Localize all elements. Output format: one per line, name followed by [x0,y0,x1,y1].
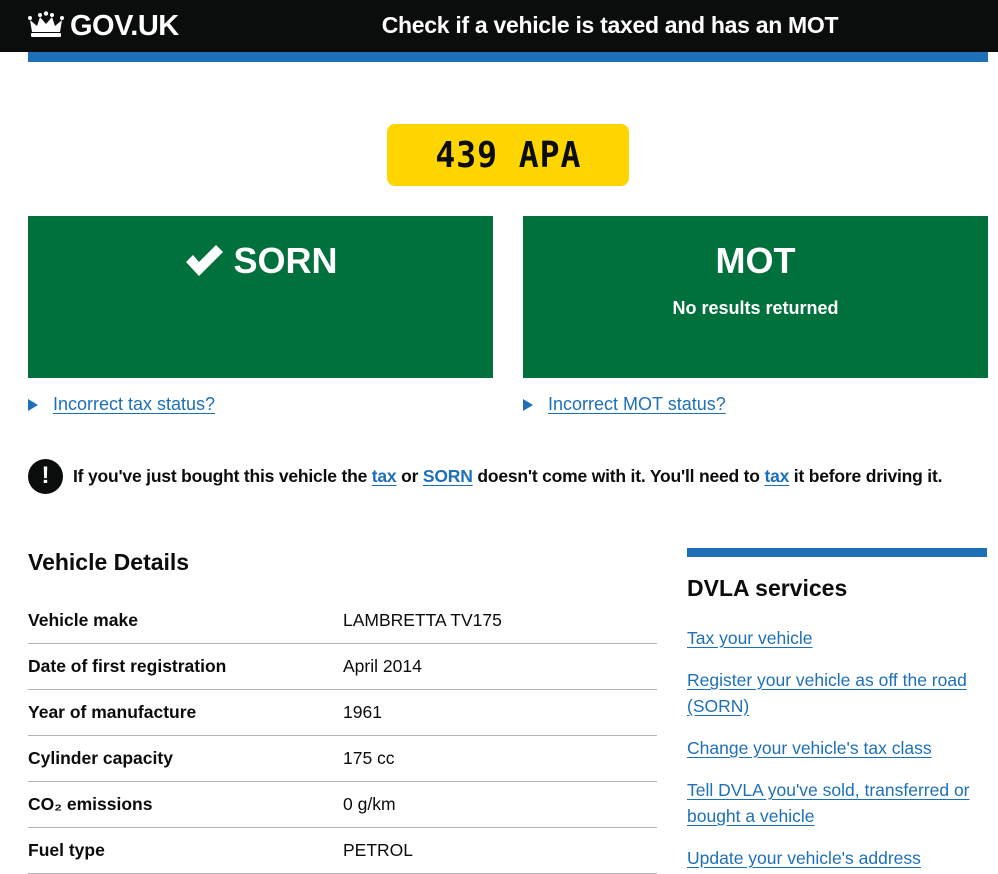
list-item: Register your vehicle as off the road (S… [687,668,987,720]
incorrect-mot-details[interactable]: Incorrect MOT status? [523,394,726,415]
incorrect-tax-details[interactable]: Incorrect tax status? [28,394,215,415]
detail-key: Date of first registration [28,656,227,676]
vehicle-detail-row: Cylinder capacity 175 cc [28,736,657,782]
detail-value: April 2014 [343,656,422,676]
disclosure-triangle-icon [28,398,38,411]
tax-status-text: SORN [233,240,338,281]
vehicle-details-heading: Vehicle Details [28,549,190,575]
dvla-services-sidebar: DVLA services Tax your vehicle Register … [687,548,987,874]
tax-status-heading: SORN [28,240,493,282]
registration-plate: 439 APA [387,124,629,186]
vehicle-detail-row: Vehicle make LAMBRETTA TV175 [28,598,657,644]
detail-key: Vehicle make [28,610,138,630]
list-item: Tax your vehicle [687,626,987,652]
warning-part: If you've just bought this vehicle the [73,465,372,486]
list-item: Update your vehicle's address [687,846,987,872]
warning-icon: ! [28,458,63,494]
detail-value: 1961 [343,702,382,722]
warning-part: or [396,465,423,486]
header-blue-bar [28,52,988,62]
dvla-services-heading: DVLA services [687,575,848,601]
logo-text: GOV.UK [70,9,179,42]
tax-status-panel: SORN [28,216,493,378]
detail-value: 0 g/km [343,794,396,814]
registration-number: 439 APA [434,134,582,176]
warning-text: ! If you've just bought this vehicle the… [28,458,988,494]
crown-icon [28,11,64,37]
register-sorn-link[interactable]: Register your vehicle as off the road (S… [687,670,967,716]
vehicle-detail-row: Date of first registration April 2014 [28,644,657,690]
vehicle-detail-row: Year of manufacture 1961 [28,690,657,736]
mot-status-text: No results returned [672,298,839,318]
detail-value: PETROL [343,840,414,860]
detail-key: Fuel type [28,840,105,860]
vehicle-detail-row: CO₂ emissions 0 g/km [28,782,657,828]
tax-link[interactable]: tax [372,466,397,486]
detail-value: LAMBRETTA TV175 [343,610,502,630]
change-tax-class-link[interactable]: Change your vehicle's tax class [687,738,932,758]
warning-message: If you've just bought this vehicle the t… [73,466,942,487]
tax-your-vehicle-link[interactable]: Tax your vehicle [687,628,812,648]
sorn-link[interactable]: SORN [423,466,473,486]
service-name[interactable]: Check if a vehicle is taxed and has an M… [330,12,890,39]
tell-dvla-sold-link[interactable]: Tell DVLA you've sold, transferred or bo… [687,780,970,826]
sidebar-blue-bar [687,548,987,557]
site-header: GOV.UK Check if a vehicle is taxed and h… [0,0,998,52]
mot-status-heading: MOT [715,240,796,281]
govuk-logo-link[interactable]: GOV.UK [28,10,179,42]
incorrect-tax-status-link[interactable]: Incorrect tax status? [53,394,215,415]
detail-key: Cylinder capacity [28,748,173,768]
list-item: Change your vehicle's tax class [687,736,987,762]
dvla-services-list: Tax your vehicle Register your vehicle a… [687,626,987,872]
warning-part: it before driving it. [789,465,943,486]
detail-key: CO₂ emissions [28,794,153,814]
warning-part: doesn't come with it. You'll need to [472,465,765,486]
update-address-link[interactable]: Update your vehicle's address [687,848,921,868]
mot-status-panel: MOT No results returned [523,216,988,378]
detail-value: 175 cc [343,748,395,768]
detail-key: Year of manufacture [28,702,197,722]
list-item: Tell DVLA you've sold, transferred or bo… [687,778,987,830]
incorrect-mot-status-link[interactable]: Incorrect MOT status? [548,394,726,415]
vehicle-details-table: Vehicle make LAMBRETTA TV175 Date of fir… [28,598,657,874]
disclosure-triangle-icon [523,398,533,411]
tick-icon [186,245,224,276]
vehicle-detail-row: Fuel type PETROL [28,828,657,874]
tax-link[interactable]: tax [764,466,789,486]
